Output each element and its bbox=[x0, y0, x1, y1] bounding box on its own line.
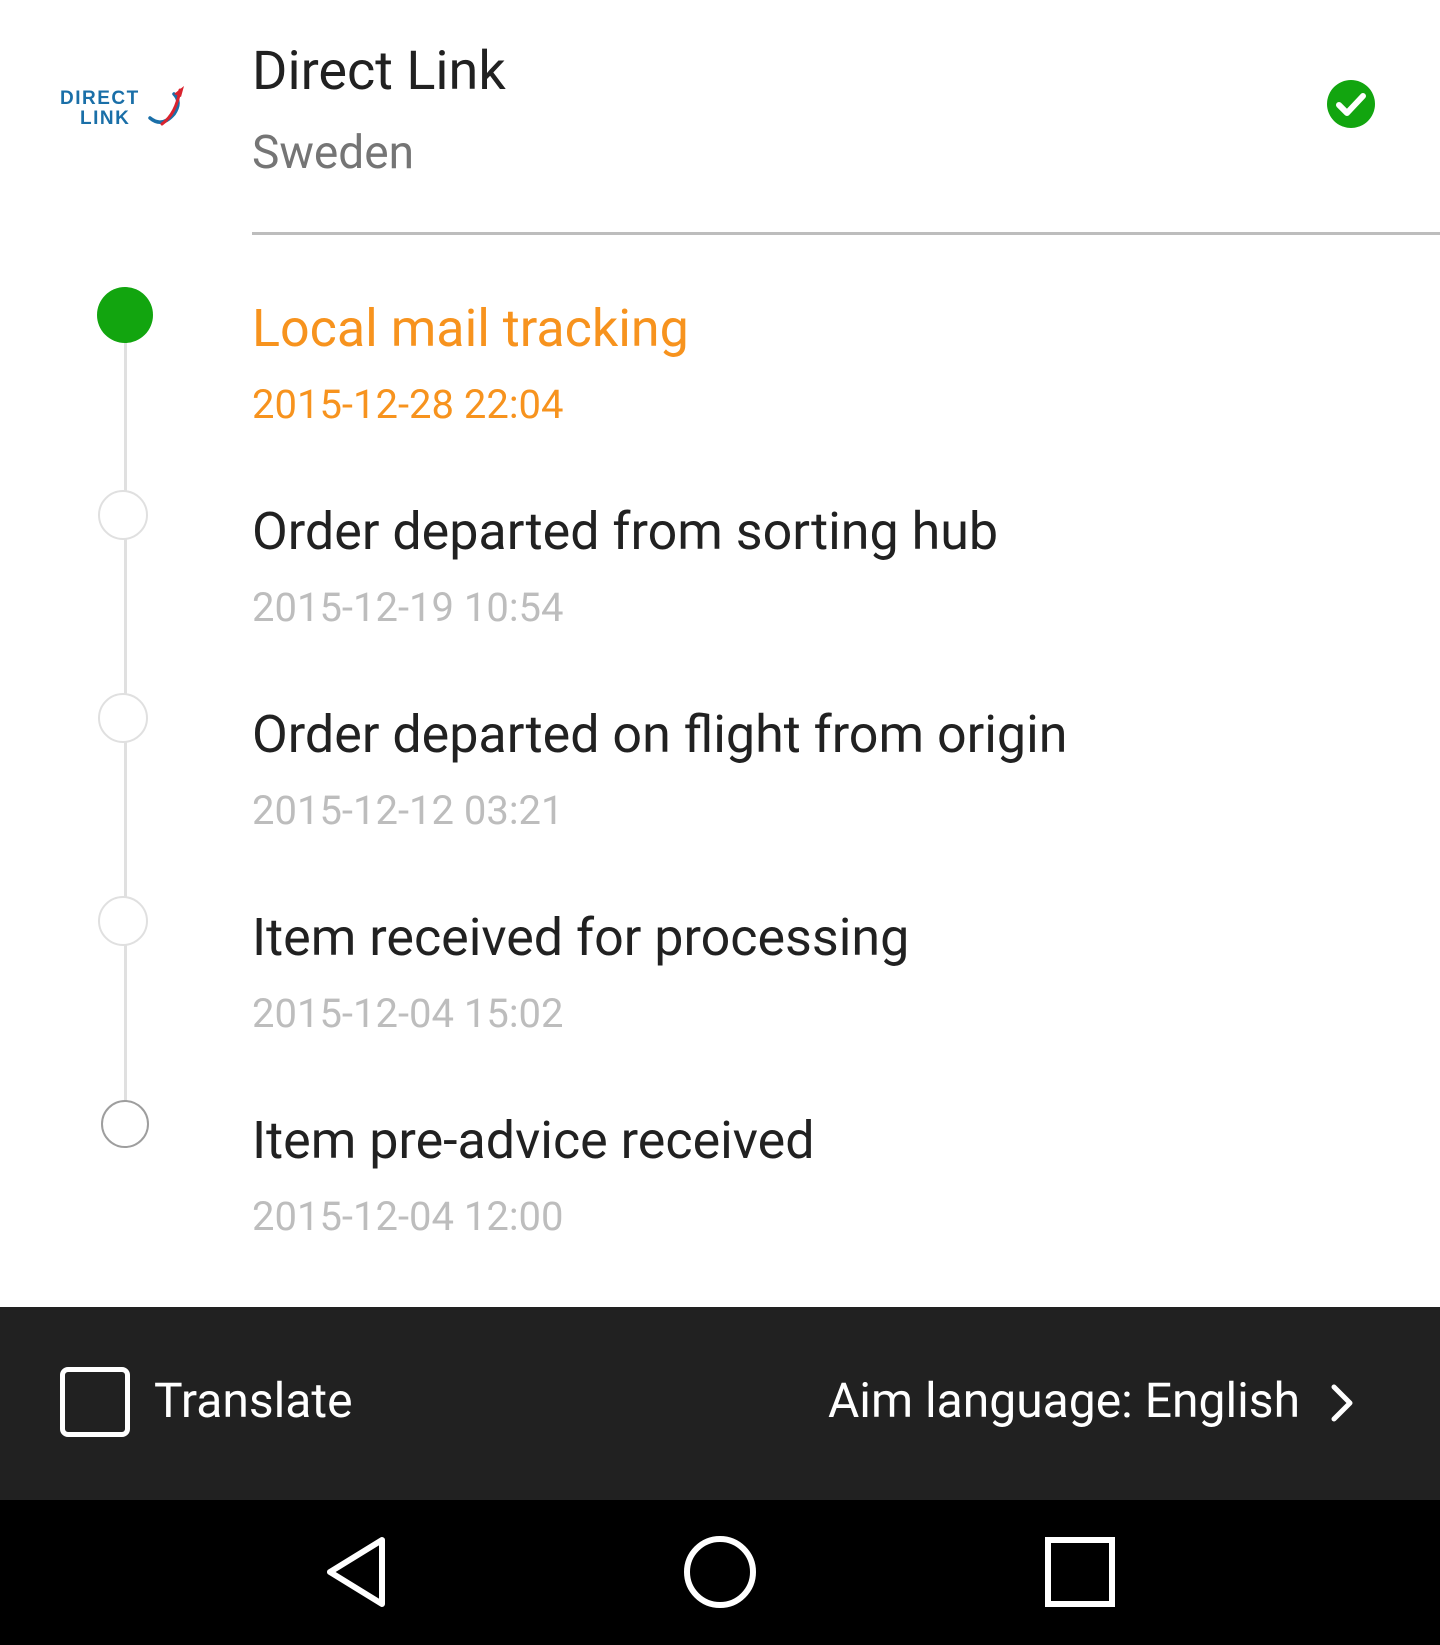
header-divider bbox=[252, 232, 1440, 235]
translate-bar: Translate Aim language: English bbox=[0, 1307, 1440, 1500]
event-time: 2015-12-28 22:04 bbox=[252, 381, 564, 428]
timeline-dot bbox=[98, 693, 148, 743]
event-title: Local mail tracking bbox=[252, 298, 689, 359]
direct-link-logo: DIRECT LINK bbox=[60, 86, 184, 129]
svg-text:LINK: LINK bbox=[80, 108, 130, 129]
timeline-dot bbox=[98, 896, 148, 946]
chevron-right-icon[interactable] bbox=[1326, 1383, 1356, 1423]
event-title: Item pre-advice received bbox=[252, 1110, 815, 1171]
tracking-timeline: Local mail tracking 2015-12-28 22:04 Ord… bbox=[0, 240, 1440, 1307]
carrier-header: DIRECT LINK Direct Link Sweden bbox=[0, 0, 1440, 240]
timeline-dot-origin bbox=[101, 1100, 149, 1148]
timeline-event: Item pre-advice received 2015-12-04 12:0… bbox=[0, 1052, 1440, 1255]
event-time: 2015-12-19 10:54 bbox=[252, 584, 564, 631]
timeline-dot-active bbox=[97, 287, 153, 343]
svg-text:DIRECT: DIRECT bbox=[60, 88, 140, 109]
event-time: 2015-12-12 03:21 bbox=[252, 787, 564, 834]
back-triangle-icon[interactable] bbox=[320, 1532, 400, 1612]
event-title: Order departed on flight from origin bbox=[252, 704, 1068, 765]
carrier-country: Sweden bbox=[252, 126, 415, 180]
tracking-detail-screen: DIRECT LINK Direct Link Sweden Local mai… bbox=[0, 0, 1440, 1645]
timeline-event: Item received for processing 2015-12-04 … bbox=[0, 849, 1440, 1052]
event-time: 2015-12-04 12:00 bbox=[252, 1193, 564, 1240]
event-time: 2015-12-04 15:02 bbox=[252, 990, 564, 1037]
carrier-name: Direct Link bbox=[252, 40, 506, 103]
check-circle-icon bbox=[1327, 80, 1375, 128]
translate-label[interactable]: Translate bbox=[154, 1371, 353, 1431]
recent-apps-square-icon[interactable] bbox=[1040, 1532, 1120, 1612]
system-nav-bar bbox=[0, 1500, 1440, 1645]
timeline-event: Order departed on flight from origin 201… bbox=[0, 646, 1440, 849]
event-title: Item received for processing bbox=[252, 907, 910, 968]
timeline-event: Local mail tracking 2015-12-28 22:04 bbox=[0, 240, 1440, 443]
translate-checkbox[interactable] bbox=[60, 1367, 130, 1437]
home-circle-icon[interactable] bbox=[680, 1532, 760, 1612]
aim-language-selector[interactable]: Aim language: English bbox=[828, 1371, 1300, 1431]
timeline-dot bbox=[98, 490, 148, 540]
event-title: Order departed from sorting hub bbox=[252, 501, 999, 562]
timeline-event: Order departed from sorting hub 2015-12-… bbox=[0, 443, 1440, 646]
